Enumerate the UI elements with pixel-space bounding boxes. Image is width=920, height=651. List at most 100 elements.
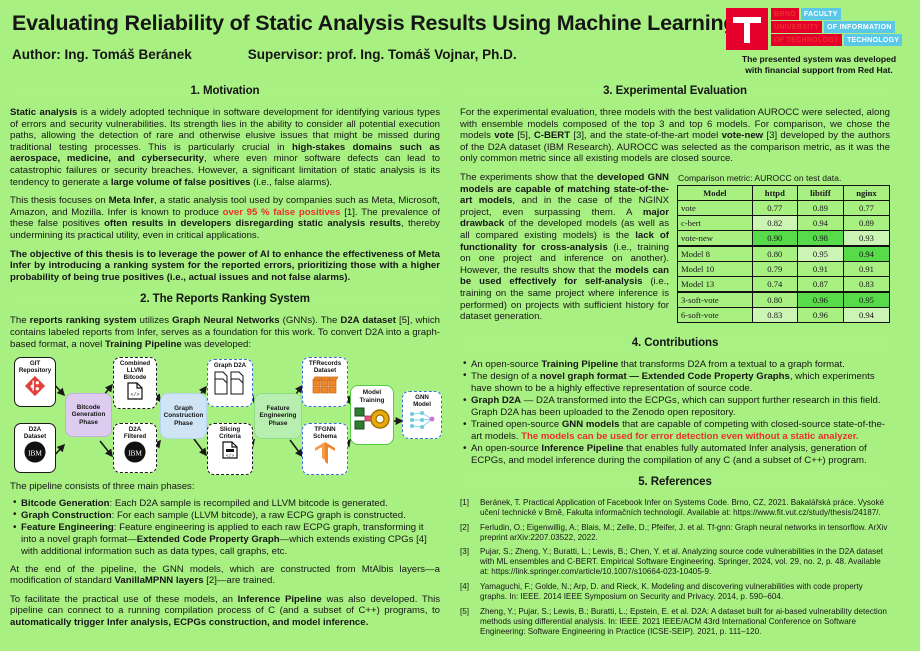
svg-text:IBM: IBM [28, 449, 42, 458]
text-bold: GNN models [561, 419, 620, 431]
list-item: Graph D2A — D2A transformed into the ECP… [460, 395, 890, 419]
text-bold: vote [494, 130, 514, 142]
reference-text: Pujar, S.; Zheng, Y.; Buratti, L.; Lewis… [480, 547, 883, 577]
diagram-node-tfgnn-schema: TFGNN Schema [302, 423, 348, 476]
logo-chip: OF TECHNOLOGY [771, 34, 842, 46]
text-bold: Extended Code Property Graph [136, 534, 280, 546]
text-run: [3], and the state-of-the-art model [570, 130, 722, 142]
table-cell-value: 0.94 [796, 214, 844, 231]
text-run: — D2A transformed into the ECPGs, which … [471, 395, 881, 418]
funding-note: The presented system was developed with … [726, 54, 912, 76]
column-header-libtiff: libtiff [796, 184, 844, 201]
svg-text:</>: </> [226, 453, 234, 459]
text-bold: The objective of this thesis is to lever… [10, 248, 440, 283]
training-pipeline-diagram: GIT Repository D2A Dataset IBM Bitcode G… [8, 355, 442, 477]
text-bold: Graph Construction [21, 509, 112, 521]
logo-chip: OF INFORMATION [824, 21, 895, 33]
network-icon [410, 411, 435, 430]
table-row: vote-new 0.90 0.98 0.93 [677, 229, 891, 247]
section-heading-ranking: 2. The Reports Ranking System [10, 290, 440, 310]
text-bold: Inference Pipeline [237, 593, 322, 605]
phase-label: Model Training [359, 389, 385, 404]
phase-label: Bitcode Generation Phase [71, 403, 106, 426]
table-cell-value: 0.91 [842, 260, 891, 277]
reference-item: [1] Beránek, T. Practical Application of … [460, 498, 890, 518]
text-run: An open-source [471, 443, 542, 455]
reference-text: Beránek, T. Practical Application of Fac… [480, 497, 884, 517]
table-row: Model 8 0.80 0.95 0.94 [677, 245, 891, 262]
motivation-paragraph-1: Static analysis is a widely adopted tech… [10, 107, 440, 188]
text-bold: often results in developers disregarding… [104, 218, 401, 230]
table-cell-value: 0.91 [796, 260, 844, 277]
diagram-phase-feature-engineering: Feature Engineering Phase [254, 393, 302, 440]
text-bold: novel graph format [539, 370, 627, 382]
highlight-false-positives: over 95 % false positives [222, 206, 341, 218]
list-item: The design of a novel graph format — Ext… [460, 370, 890, 395]
node-label: D2A Filtered [123, 426, 147, 441]
section-heading-references: 5. References [460, 472, 890, 492]
table-cell-value: 0.90 [751, 229, 798, 247]
table-cell-value: 0.83 [842, 275, 891, 293]
text-run: This thesis focuses on [10, 195, 109, 207]
text-run: (GNNs). The [279, 315, 341, 327]
pipeline-phase-list: Bitcode Generation: Each D2A sample is r… [10, 497, 440, 558]
text-run: The experiments show that the [460, 171, 597, 183]
text-run: was developed: [181, 338, 252, 350]
column-header-httpd: httpd [751, 184, 798, 201]
text-run: (i.e., false alarms). [250, 176, 333, 188]
right-column: 3. Experimental Evaluation For the exper… [450, 78, 891, 642]
text-bold: reports ranking system [29, 315, 137, 327]
text-bold: Inference Pipeline [541, 443, 624, 455]
reference-text: Yamaguchi, F.; Golde, N.; Arp, D. and Ri… [480, 582, 863, 602]
table-header-row: Model httpd libtiff nginx [677, 184, 891, 201]
node-label: TFRecords Dataset [308, 360, 342, 375]
table-body: vote 0.77 0.89 0.77 c-bert 0.82 0.94 0.89 vote-n… [677, 199, 891, 323]
reference-number: [2] [460, 522, 469, 532]
logo-chip: BRNO [771, 8, 799, 20]
table-cell-value: 0.87 [796, 275, 844, 293]
diagram-phase-bitcode-generation: Bitcode Generation Phase [65, 393, 112, 438]
node-label: GIT Repository [18, 360, 52, 375]
list-item: Bitcode Generation: Each D2A sample is r… [10, 497, 440, 510]
phase-label: Graph Construction Phase [163, 404, 204, 427]
text-bold: automatically trigger Infer analysis, EC… [10, 617, 369, 629]
text-bold: Feature Engineering [21, 522, 114, 534]
cubes-icon [312, 376, 338, 394]
table-cell-model: 6-soft-vote [677, 306, 753, 323]
gear-icon [354, 407, 390, 430]
text-bold: Bitcode Generation [21, 497, 110, 509]
text-run: The [10, 315, 30, 327]
list-item: Graph Construction: For each sample (LLV… [10, 509, 440, 522]
table-cell-model: vote [677, 199, 753, 216]
node-label: D2A Dataset [23, 426, 47, 441]
git-icon [24, 376, 46, 397]
reference-number: [5] [460, 607, 469, 617]
table-cell-model: Model 10 [677, 260, 753, 277]
reference-item: [3] Pujar, S.; Zheng, Y.; Buratti, L.; Le… [460, 547, 890, 577]
logo-chip: UNIVERSITY [771, 21, 823, 33]
diagram-node-tfrecords-dataset: TFRecords Dataset [302, 357, 348, 408]
diagram-phase-model-training: Model Training [350, 385, 394, 446]
table-cell-value: 0.98 [796, 229, 844, 247]
text-run: : Each D2A sample is recompiled and LLVM… [109, 497, 388, 509]
table-caption: Comparison metric: AUROCC on test data. [678, 172, 842, 183]
table-cell-value: 0.94 [842, 306, 891, 323]
svg-text:IBM: IBM [128, 449, 142, 458]
reference-number: [3] [460, 547, 469, 557]
file-csv-icon: </> [222, 441, 238, 459]
text-run: that transforms D2A from a textual to a … [618, 358, 845, 370]
node-label: TFGNN Schema [313, 426, 337, 441]
poster-columns: 1. Motivation Static analysis is a widel… [0, 78, 920, 642]
but-fit-logo: BRNO FACULTY UNIVERSITY OF INFORMATION O… [726, 8, 912, 76]
logo-chip: TECHNOLOGY [843, 34, 903, 46]
ranking-paragraph-1: The reports ranking system utilizes Grap… [10, 315, 440, 350]
auroc-comparison-table: Model httpd libtiff nginx vote 0.77 0.89 0.… [677, 184, 891, 323]
table-cell-value: 0.74 [751, 275, 798, 293]
but-t-mark-icon [726, 8, 768, 50]
table-row: vote 0.77 0.89 0.77 [677, 199, 891, 216]
table-cell-value: 0.89 [796, 199, 844, 216]
file-code-icon: </> [127, 382, 143, 400]
ibm-icon: IBM [24, 441, 46, 463]
section-heading-evaluation: 3. Experimental Evaluation [460, 82, 890, 101]
text-bold: C-BERT [533, 130, 571, 142]
